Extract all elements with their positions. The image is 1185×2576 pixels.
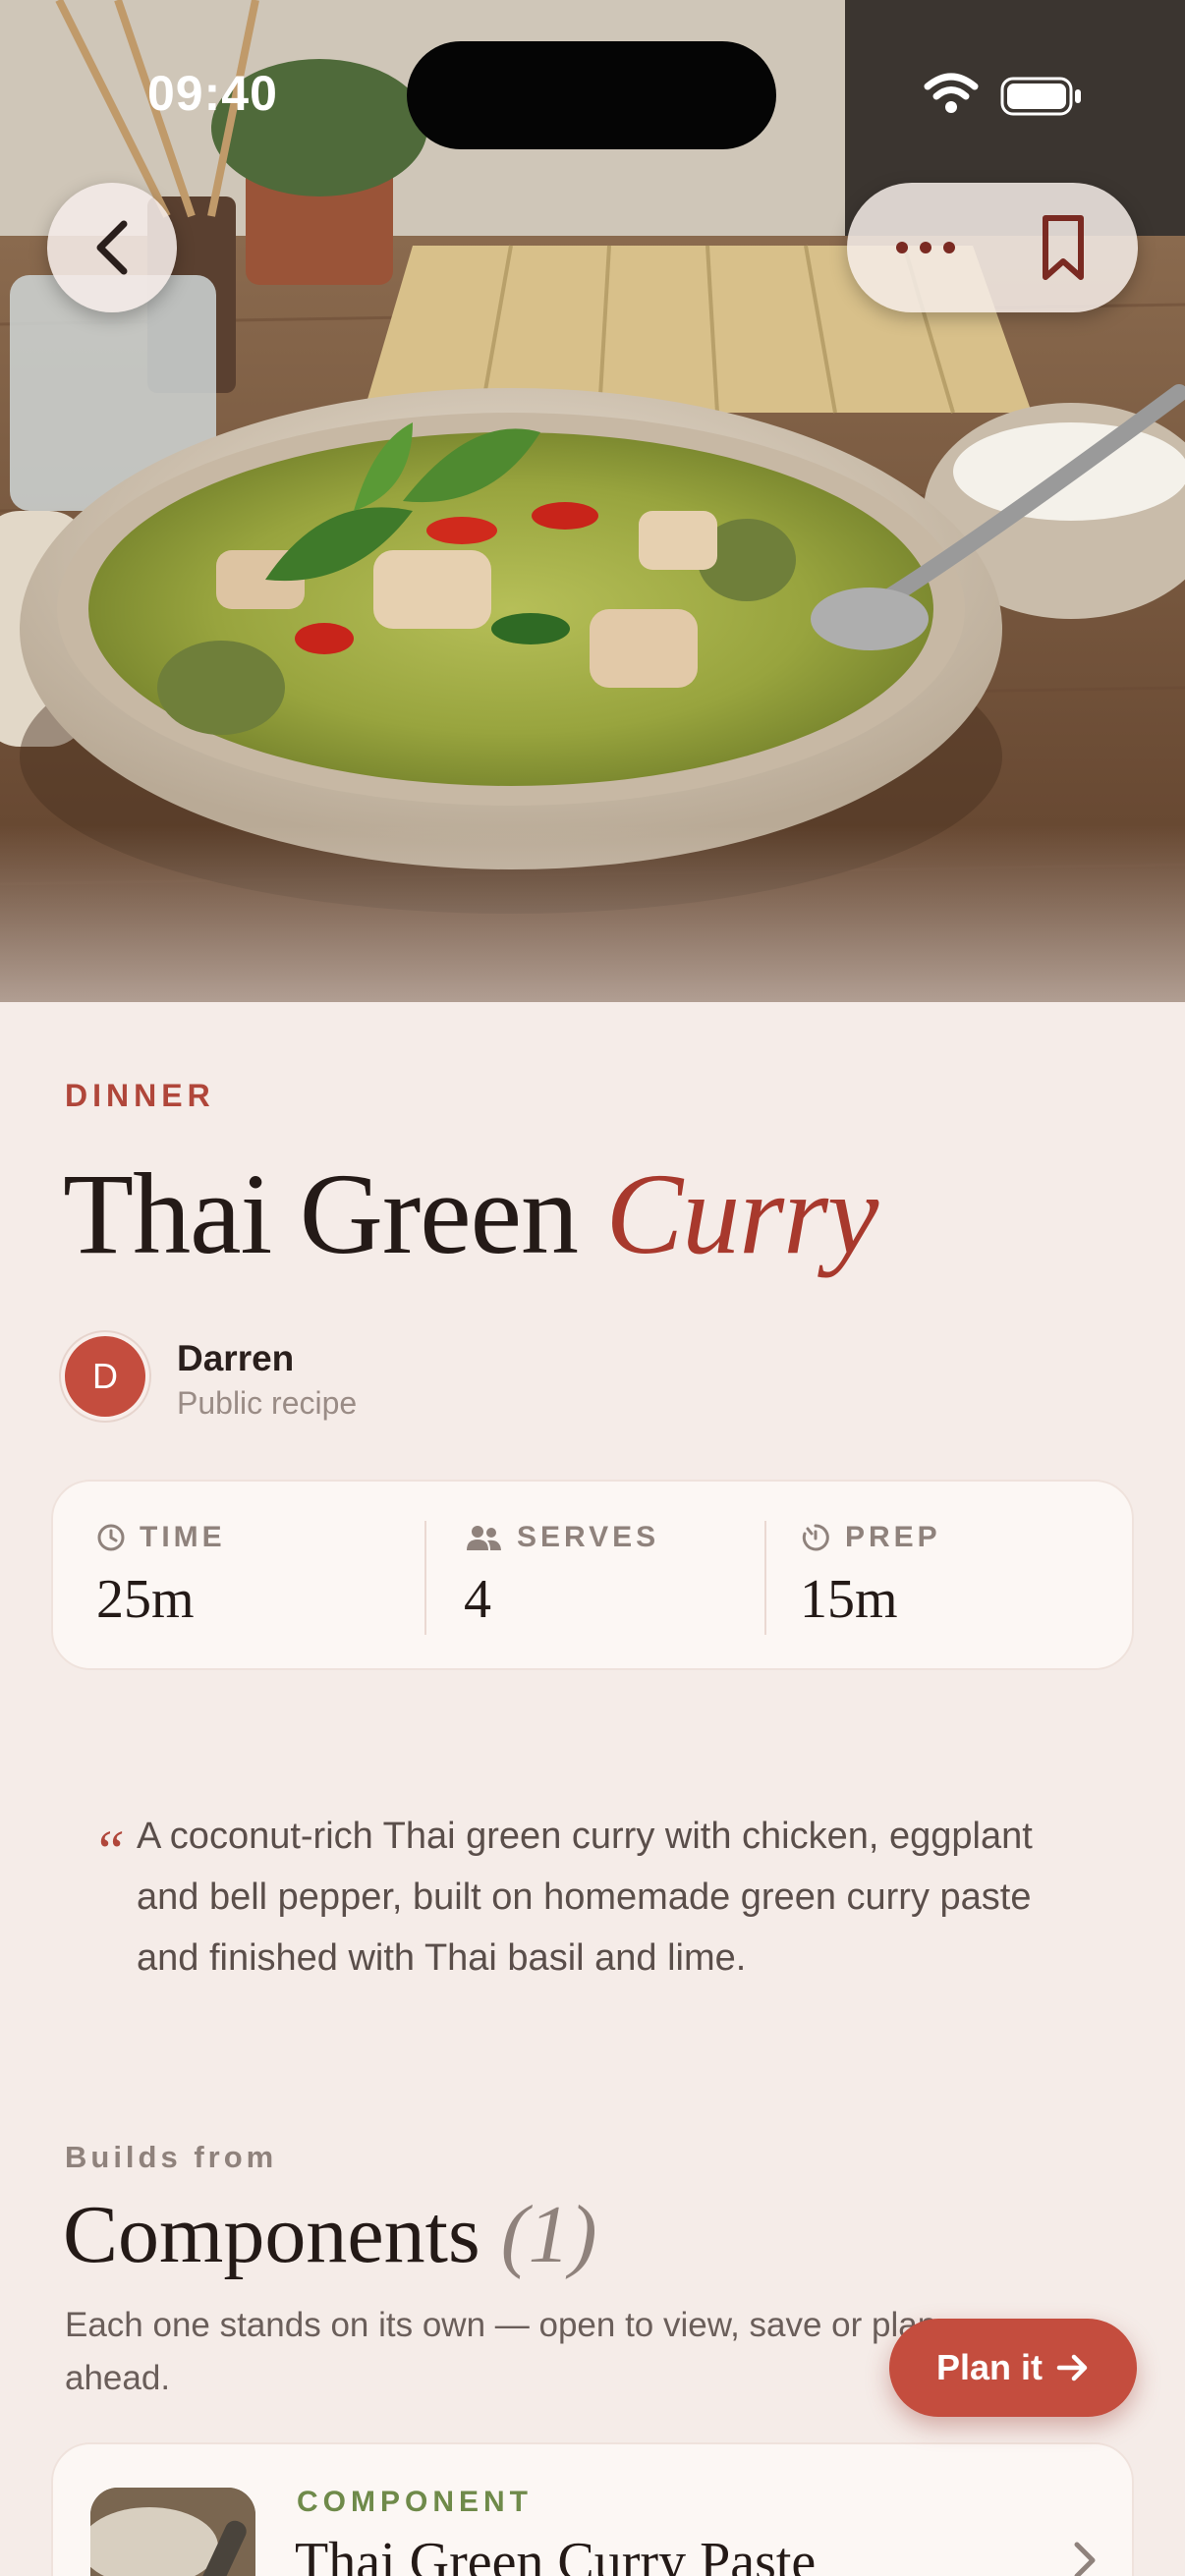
recipe-title-accent: Curry xyxy=(605,1149,879,1278)
stat-divider xyxy=(764,1521,766,1635)
component-thumbnail xyxy=(90,2488,255,2576)
components-count: (1) xyxy=(500,2189,597,2280)
quote-mark-icon: “ xyxy=(92,1819,126,1883)
dynamic-island xyxy=(407,41,776,149)
stats-card: TIME 25m SERVES 4 PREP 15m xyxy=(51,1480,1134,1670)
author-name: Darren xyxy=(177,1338,295,1378)
stat-serves-value: 4 xyxy=(464,1569,491,1630)
components-title-text: Components xyxy=(63,2189,480,2280)
hero-actions xyxy=(847,183,1138,312)
more-button[interactable] xyxy=(876,208,975,287)
component-card[interactable]: COMPONENT Thai Green Curry Paste xyxy=(51,2442,1134,2576)
stat-serves-label: SERVES xyxy=(517,1521,660,1553)
components-title: Components (1) xyxy=(63,2187,597,2282)
recipe-title: Thai Green Curry xyxy=(63,1148,879,1281)
battery-icon xyxy=(1000,77,1081,116)
recipe-title-main: Thai Green xyxy=(63,1149,579,1278)
recipe-category: DINNER xyxy=(65,1078,215,1113)
component-tag: COMPONENT xyxy=(297,2486,533,2518)
bookmark-icon xyxy=(1043,215,1084,280)
people-icon xyxy=(467,1526,501,1550)
hero-image xyxy=(0,0,1185,1002)
clock-icon xyxy=(97,1524,125,1551)
stat-time-value: 25m xyxy=(96,1569,195,1630)
bookmark-button[interactable] xyxy=(1014,208,1112,287)
stat-divider xyxy=(424,1521,426,1635)
stat-time-label: TIME xyxy=(140,1521,226,1553)
wifi-icon xyxy=(924,73,979,113)
back-button[interactable] xyxy=(47,183,177,312)
timer-icon xyxy=(802,1524,829,1551)
chevron-left-icon xyxy=(96,220,128,275)
recipe-description: A coconut-rich Thai green curry with chi… xyxy=(137,1816,1033,1979)
component-name: Thai Green Curry Paste xyxy=(295,2532,817,2576)
components-eyebrow: Builds from xyxy=(65,2140,278,2174)
hero-fade xyxy=(0,825,1185,1002)
components-description: Each one stands on its own — open to vie… xyxy=(65,2306,937,2397)
plan-it-button[interactable]: Plan it xyxy=(889,2319,1137,2417)
avatar: D xyxy=(65,1336,145,1417)
stat-prep-label: PREP xyxy=(845,1521,941,1553)
arrow-right-icon xyxy=(1056,2354,1088,2381)
stat-prep-value: 15m xyxy=(800,1569,898,1630)
author-visibility: Public recipe xyxy=(177,1385,358,1421)
chevron-right-icon xyxy=(1074,2542,1096,2576)
ellipsis-icon xyxy=(896,242,955,253)
plan-it-label: Plan it xyxy=(935,2347,1044,2387)
status-time: 09:40 xyxy=(147,66,278,121)
